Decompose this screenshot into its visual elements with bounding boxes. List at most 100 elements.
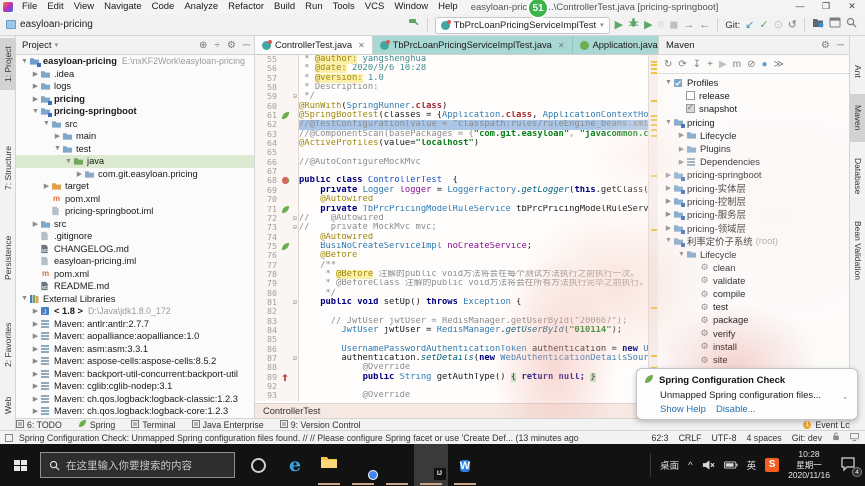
class-gutter-icon[interactable] — [281, 176, 292, 186]
taskbar-app-w-app[interactable]: W — [448, 444, 482, 486]
menu-item-help[interactable]: Help — [433, 1, 463, 12]
status-4-spaces[interactable]: 4 spaces — [746, 433, 781, 443]
menu-item-edit[interactable]: Edit — [42, 1, 68, 12]
editor-scrollbar[interactable] — [648, 55, 658, 403]
screen-reader-icon[interactable] — [850, 432, 859, 443]
tab-tbprcloanpricingserviceimpltest-java[interactable]: TbPrcLoanPricingServiceImplTest.java ✕ — [372, 36, 573, 54]
checkbox-snapshot[interactable] — [686, 103, 695, 114]
maven-add-icon[interactable]: + — [707, 59, 713, 70]
menu-item-run[interactable]: Run — [300, 1, 327, 12]
tree-arrow-icon[interactable]: ▶ — [664, 224, 673, 232]
menu-item-navigate[interactable]: Navigate — [99, 1, 147, 12]
editor-area[interactable]: 55 * @author: yangshenghua 56 * @date: 20… — [255, 55, 658, 403]
tree-arrow-icon[interactable]: ▶ — [677, 158, 686, 166]
tree-item-src[interactable]: ▶ src — [16, 218, 254, 231]
maven-item-release[interactable]: release — [658, 89, 849, 102]
tree-arrow-icon[interactable]: ▶ — [31, 82, 40, 90]
right-strip-ant[interactable]: Ant — [850, 56, 865, 86]
tree-arrow-icon[interactable]: ▼ — [664, 237, 673, 244]
tree-item-maven-aspose-cells-aspose-cells-8-5-2[interactable]: ▶ Maven: aspose-cells:aspose-cells:8.5.2 — [16, 355, 254, 368]
tree-item-pricing-springboot-iml[interactable]: pricing-springboot.iml — [16, 205, 254, 218]
tree-item-logs[interactable]: ▶ logs — [16, 80, 254, 93]
tree-arrow-icon[interactable]: ▶ — [31, 345, 40, 353]
maven-refresh-icon[interactable]: ↻ — [664, 59, 672, 70]
status-message[interactable]: Spring Configuration Check: Unmapped Spr… — [19, 433, 579, 443]
tree-arrow-icon[interactable]: ▶ — [31, 95, 40, 103]
tree-arrow-icon[interactable]: ▶ — [31, 70, 40, 78]
left-strip-web[interactable]: Web — [0, 388, 16, 422]
tab-controllertest-java[interactable]: ControllerTest.java ✕ — [255, 36, 373, 54]
tree-arrow-icon[interactable]: ▶ — [31, 357, 40, 365]
tree-arrow-icon[interactable]: ▼ — [42, 120, 51, 127]
toolwindow-button-terminal[interactable]: Terminal — [131, 419, 176, 430]
menu-item-code[interactable]: Code — [147, 1, 180, 12]
tree-item-external-libraries[interactable]: ▼ External Libraries — [16, 293, 254, 306]
menu-item-build[interactable]: Build — [269, 1, 300, 12]
close-tab-icon[interactable]: ✕ — [558, 41, 565, 50]
tree-arrow-icon[interactable]: ▶ — [42, 182, 51, 190]
leaf-gutter-icon[interactable] — [281, 204, 292, 214]
fold-marker[interactable]: ⊟ — [292, 223, 299, 233]
tree-arrow-icon[interactable]: ▶ — [31, 370, 40, 378]
status-crlf[interactable]: CRLF — [679, 433, 702, 443]
fold-marker[interactable]: ⊟ — [292, 213, 299, 224]
start-button[interactable] — [0, 444, 40, 486]
changes-icon[interactable] — [812, 15, 824, 35]
tree-item-maven-aopalliance-aopalliance-1-0[interactable]: ▶ Maven: aopalliance:aopalliance:1.0 — [16, 330, 254, 343]
maximize-button[interactable]: ❒ — [813, 0, 839, 14]
maven-item-lifecycle[interactable]: ▼ Lifecycle — [658, 247, 849, 260]
commit-icon[interactable]: ✓ — [759, 15, 768, 35]
taskbar-app-edge[interactable]: e — [278, 444, 312, 486]
maven-item-lifecycle[interactable]: ▶ Lifecycle — [658, 129, 849, 142]
maven-profiles-icon[interactable]: ● — [761, 59, 767, 70]
right-strip-bean-validation[interactable]: Bean Validation — [850, 208, 865, 292]
maven-item-dependencies[interactable]: ▶ Dependencies — [658, 155, 849, 168]
menu-item-vcs[interactable]: VCS — [360, 1, 390, 12]
maven-item-pricing-[interactable]: ▶ pricing-实体层 — [658, 182, 849, 195]
taskbar-app-chrome[interactable] — [346, 444, 380, 486]
cortana-icon[interactable] — [251, 457, 266, 473]
battery-icon[interactable] — [723, 460, 738, 470]
maven-item-install[interactable]: ⚙ install — [658, 340, 849, 353]
disable-link[interactable]: Disable... — [716, 404, 756, 415]
tree-item-changelog-md[interactable]: MD CHANGELOG.md — [16, 243, 254, 256]
tree-item-pom-xml[interactable]: m pom.xml — [16, 193, 254, 206]
lock-icon[interactable] — [832, 432, 840, 443]
tree-arrow-icon[interactable]: ▼ — [20, 58, 29, 65]
fold-marker[interactable]: ⊟ — [292, 297, 299, 308]
tree-item-src[interactable]: ▼ src — [16, 118, 254, 131]
checkbox-release[interactable] — [686, 91, 695, 101]
taskbar-app-idea[interactable] — [414, 444, 448, 486]
menu-item-refactor[interactable]: Refactor — [223, 1, 269, 12]
forward-arrow-icon[interactable]: → — [683, 15, 694, 35]
tree-item-pom-xml[interactable]: m pom.xml — [16, 268, 254, 281]
maven-item-pricing-[interactable]: ▶ pricing-服务层 — [658, 208, 849, 221]
tree-arrow-icon[interactable]: ▶ — [31, 395, 40, 403]
hide-icon[interactable]: ─ — [837, 40, 844, 51]
tree-item-target[interactable]: ▶ target — [16, 180, 254, 193]
minimize-button[interactable]: — — [787, 0, 813, 14]
fold-marker[interactable]: ⊟ — [292, 354, 299, 364]
maven-item-pricing-[interactable]: ▶ pricing-控制层 — [658, 195, 849, 208]
leaf-gutter-icon[interactable] — [281, 111, 292, 121]
tree-arrow-icon[interactable]: ▶ — [31, 220, 40, 228]
tree-item-maven-asm-asm-3-3-1[interactable]: ▶ Maven: asm:asm:3.3.1 — [16, 343, 254, 356]
run-icon[interactable]: ▶ — [615, 15, 623, 35]
tree-arrow-icon[interactable]: ▶ — [664, 184, 673, 192]
show-help-link[interactable]: Show Help — [660, 404, 706, 415]
tree-arrow-icon[interactable]: ▶ — [677, 131, 686, 139]
input-language-indicator[interactable]: 英 — [747, 458, 757, 472]
maven-item-plugins[interactable]: ▶ Plugins — [658, 142, 849, 155]
update-project-icon[interactable]: ↙ — [745, 15, 754, 35]
chevron-down-icon[interactable]: ⌄ — [841, 391, 849, 402]
tree-item-com-git-easyloan-pricing[interactable]: ▶ com.git.easyloan.pricing — [16, 168, 254, 181]
maven-item--[interactable]: ▼ 利率定价子系统 (root) — [658, 234, 849, 247]
right-strip-maven[interactable]: Maven — [850, 94, 865, 142]
search-everywhere-icon[interactable] — [846, 15, 857, 35]
status-git-dev[interactable]: Git: dev — [792, 433, 822, 443]
taskbar-search-input[interactable]: 在这里输入你要搜索的内容 — [40, 452, 235, 478]
tray-chevron-icon[interactable]: ^ — [688, 460, 692, 471]
volume-muted-icon[interactable] — [702, 459, 715, 471]
tree-arrow-icon[interactable]: ▼ — [31, 108, 40, 115]
gear-icon[interactable]: ⚙ — [821, 40, 830, 51]
